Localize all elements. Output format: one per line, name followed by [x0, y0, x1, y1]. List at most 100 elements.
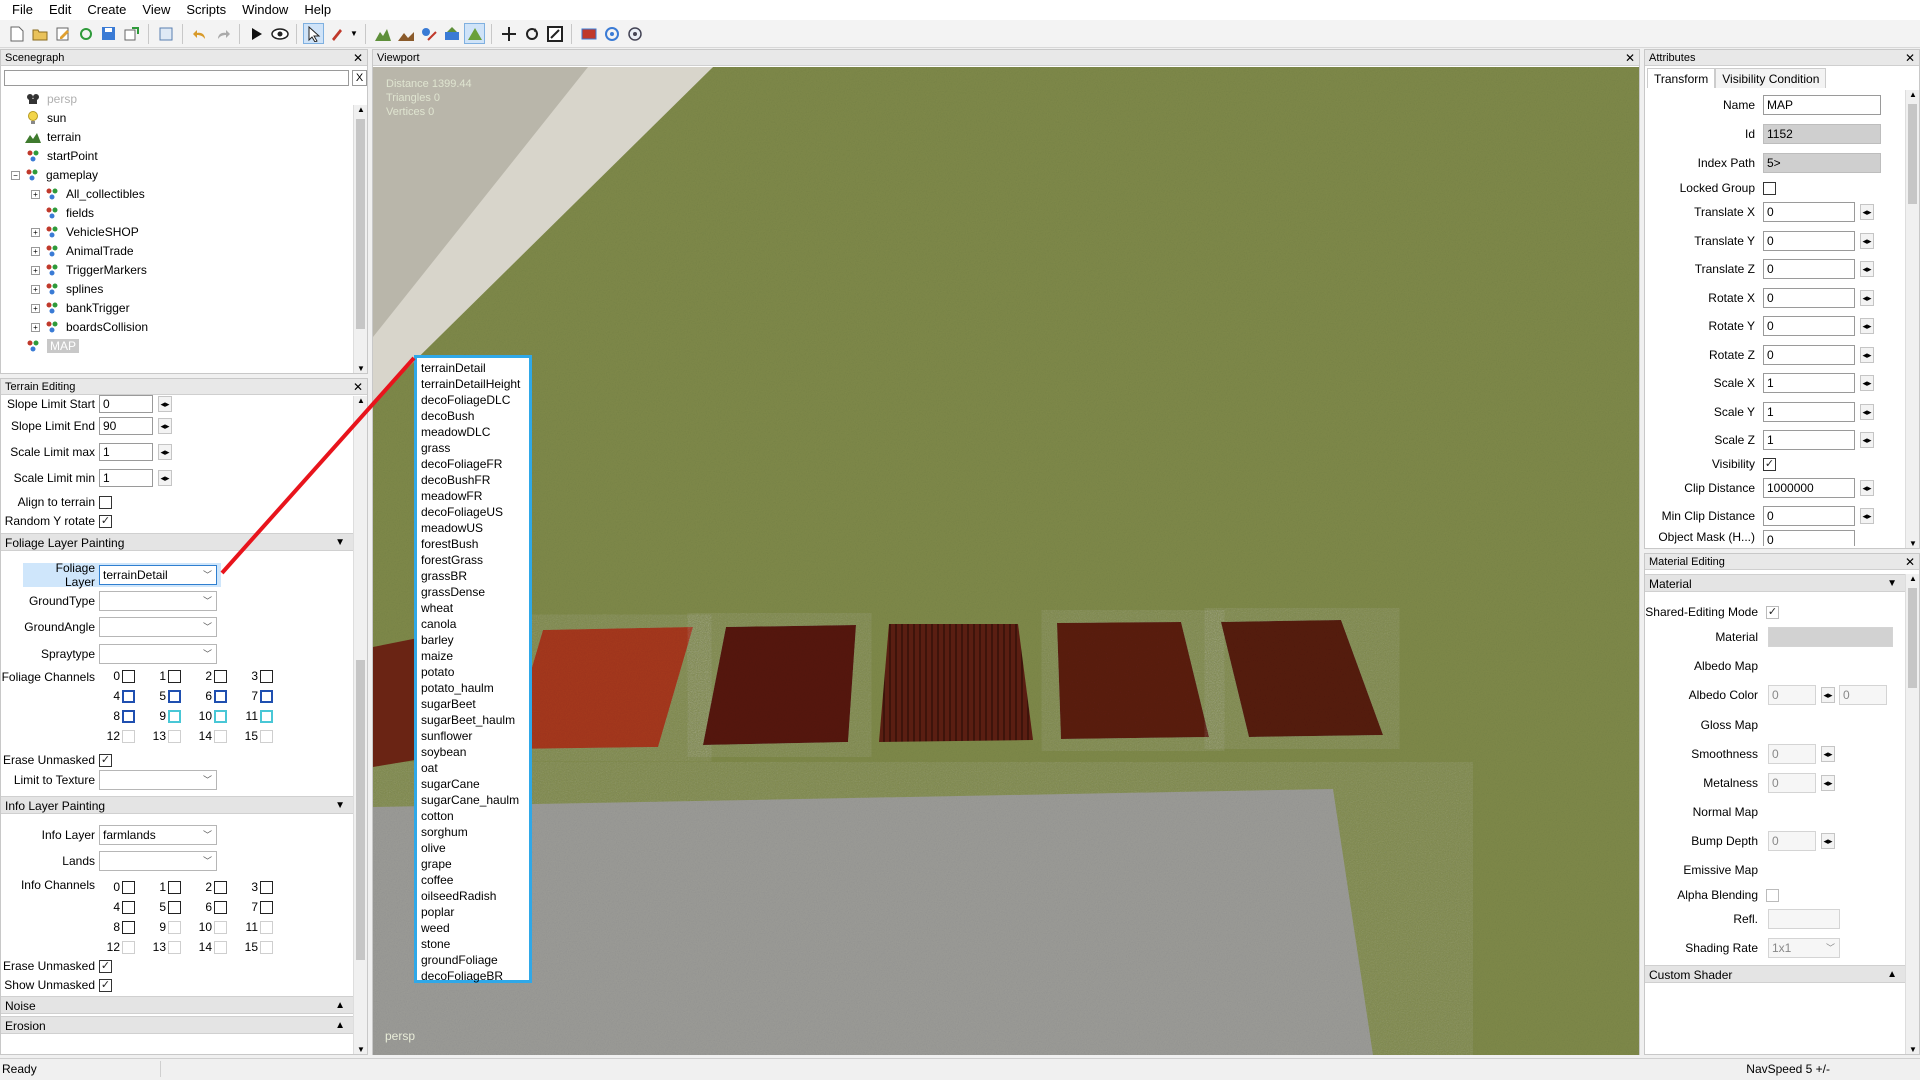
tree-node-banktrigger[interactable]: + bankTrigger [31, 299, 130, 317]
metalness-input[interactable]: 0 [1768, 773, 1816, 793]
rotate-y-input[interactable]: 0 [1763, 316, 1855, 336]
foliage-option-6[interactable]: decoFoliageFR [417, 456, 529, 472]
settings-gear-icon[interactable] [601, 23, 622, 44]
paint-tool-icon[interactable] [326, 23, 347, 44]
expand-icon[interactable]: + [31, 246, 40, 256]
foliage-channel-11-checkbox[interactable] [260, 709, 273, 723]
rotate-z-input[interactable]: 0 [1763, 345, 1855, 365]
translate-z-spinner[interactable]: ◂▸ [1860, 261, 1874, 277]
spraytype-select[interactable]: ﹀ [99, 644, 217, 664]
tree-node-fields[interactable]: fields [44, 204, 94, 222]
foliage-option-18[interactable]: maize [417, 648, 529, 664]
foliage-option-37[interactable]: groundFoliage [417, 952, 529, 968]
foliage-option-36[interactable]: stone [417, 936, 529, 952]
foliage-channel-6-checkbox[interactable] [214, 689, 227, 703]
object-mask-input[interactable]: 0 [1763, 530, 1855, 546]
scale-limit-min-spinner[interactable]: ◂▸ [158, 470, 172, 486]
min-clip-distance-input[interactable]: 0 [1763, 506, 1855, 526]
foliage-channel-7-checkbox[interactable] [260, 689, 273, 703]
scrollbar-thumb[interactable] [356, 660, 365, 960]
tree-node-startpoint[interactable]: startPoint [25, 147, 98, 165]
collapse-triangle-icon[interactable]: ▼ [335, 534, 345, 552]
albedo-color-spinner[interactable]: ◂▸ [1821, 687, 1835, 703]
foliage-channel-10-checkbox[interactable] [214, 709, 227, 723]
foliage-layer-tool-icon[interactable] [464, 23, 485, 44]
edit-file-icon[interactable] [52, 23, 73, 44]
foliage-channel-5-checkbox[interactable] [168, 689, 181, 703]
translate-y-spinner[interactable]: ◂▸ [1860, 233, 1874, 249]
foliage-option-31[interactable]: grape [417, 856, 529, 872]
scrollbar-thumb[interactable] [1908, 104, 1917, 204]
attributes-scrollbar[interactable]: ▲ ▼ [1905, 90, 1919, 548]
info-channel-2-checkbox[interactable] [214, 880, 227, 894]
foliage-option-23[interactable]: sunflower [417, 728, 529, 744]
align-to-terrain-checkbox[interactable] [99, 495, 112, 509]
custom-shader-section[interactable]: Custom Shader ▲ [1645, 965, 1905, 983]
scale-x-input[interactable]: 1 [1763, 373, 1855, 393]
foliage-option-33[interactable]: oilseedRadish [417, 888, 529, 904]
close-icon[interactable]: ✕ [1905, 50, 1915, 66]
tree-node-terrain[interactable]: terrain [25, 128, 81, 146]
scrollbar-thumb[interactable] [1908, 588, 1917, 688]
rotate-x-spinner[interactable]: ◂▸ [1860, 290, 1874, 306]
foliage-option-19[interactable]: potato [417, 664, 529, 680]
scale-limit-max-input[interactable]: 1 [99, 443, 153, 461]
tree-node-boardscollision[interactable]: + boardsCollision [31, 318, 148, 336]
export-icon[interactable] [121, 23, 142, 44]
scroll-up-icon[interactable]: ▲ [354, 396, 368, 405]
foliage-channel-3-checkbox[interactable] [260, 669, 273, 683]
material-scrollbar[interactable]: ▲ ▼ [1905, 574, 1919, 1054]
foliage-option-7[interactable]: decoBushFR [417, 472, 529, 488]
foliage-channel-14-checkbox[interactable] [214, 729, 227, 743]
shading-rate-select[interactable]: 1x1 ﹀ [1768, 938, 1840, 958]
foliage-option-26[interactable]: sugarCane [417, 776, 529, 792]
tree-node-animaltrade[interactable]: + AnimalTrade [31, 242, 134, 260]
shared-editing-checkbox[interactable] [1766, 605, 1779, 619]
info-channel-14-checkbox[interactable] [214, 940, 227, 954]
foliage-channel-1-checkbox[interactable] [168, 669, 181, 683]
noise-section[interactable]: Noise ▲ [1, 996, 353, 1014]
menu-window[interactable]: Window [234, 0, 296, 20]
tree-node-map[interactable]: MAP [25, 337, 80, 355]
close-icon[interactable]: ✕ [353, 379, 363, 395]
foliage-channel-12-checkbox[interactable] [122, 729, 135, 743]
foliage-option-3[interactable]: decoBush [417, 408, 529, 424]
scale-limit-min-input[interactable]: 1 [99, 469, 153, 487]
foliage-option-15[interactable]: wheat [417, 600, 529, 616]
foliage-option-1[interactable]: terrainDetailHeight [417, 376, 529, 392]
viewport-3d-scene[interactable]: Distance 1399.44 Triangles 0 Vertices 0 … [373, 67, 1639, 1055]
scroll-up-icon[interactable]: ▲ [1906, 574, 1920, 583]
collapse-icon[interactable]: − [11, 170, 20, 180]
close-icon[interactable]: ✕ [353, 50, 363, 66]
foliage-option-30[interactable]: olive [417, 840, 529, 856]
foliage-option-27[interactable]: sugarCane_haulm [417, 792, 529, 808]
foliage-option-35[interactable]: weed [417, 920, 529, 936]
menu-scripts[interactable]: Scripts [178, 0, 234, 20]
foliage-option-25[interactable]: oat [417, 760, 529, 776]
tree-node-gameplay[interactable]: − gameplay [11, 166, 98, 184]
foliage-option-8[interactable]: meadowFR [417, 488, 529, 504]
foliage-option-12[interactable]: forestGrass [417, 552, 529, 568]
expand-triangle-icon[interactable]: ▲ [335, 1017, 345, 1035]
expand-icon[interactable]: + [31, 322, 40, 332]
plugin-gear-icon[interactable] [624, 23, 645, 44]
visibility-checkbox[interactable] [1763, 457, 1776, 471]
clip-distance-spinner[interactable]: ◂▸ [1860, 480, 1874, 496]
expand-icon[interactable]: + [31, 189, 40, 199]
foliage-layer-painting-section[interactable]: Foliage Layer Painting ▼ [1, 533, 353, 551]
menu-create[interactable]: Create [79, 0, 134, 20]
smoothness-input[interactable]: 0 [1768, 744, 1816, 764]
name-input[interactable]: MAP [1763, 95, 1881, 115]
foliage-option-28[interactable]: cotton [417, 808, 529, 824]
rotate-y-spinner[interactable]: ◂▸ [1860, 318, 1874, 334]
foliage-channel-0-checkbox[interactable] [122, 669, 135, 683]
scenegraph-search-input[interactable] [4, 70, 349, 86]
groundangle-select[interactable]: ﹀ [99, 617, 217, 637]
foliage-option-29[interactable]: sorghum [417, 824, 529, 840]
slope-limit-end-input[interactable]: 90 [99, 417, 153, 435]
save-icon[interactable] [98, 23, 119, 44]
scroll-down-icon[interactable]: ▼ [354, 364, 368, 373]
rotate-x-input[interactable]: 0 [1763, 288, 1855, 308]
info-channel-1-checkbox[interactable] [168, 880, 181, 894]
expand-triangle-icon[interactable]: ▲ [1887, 966, 1897, 984]
